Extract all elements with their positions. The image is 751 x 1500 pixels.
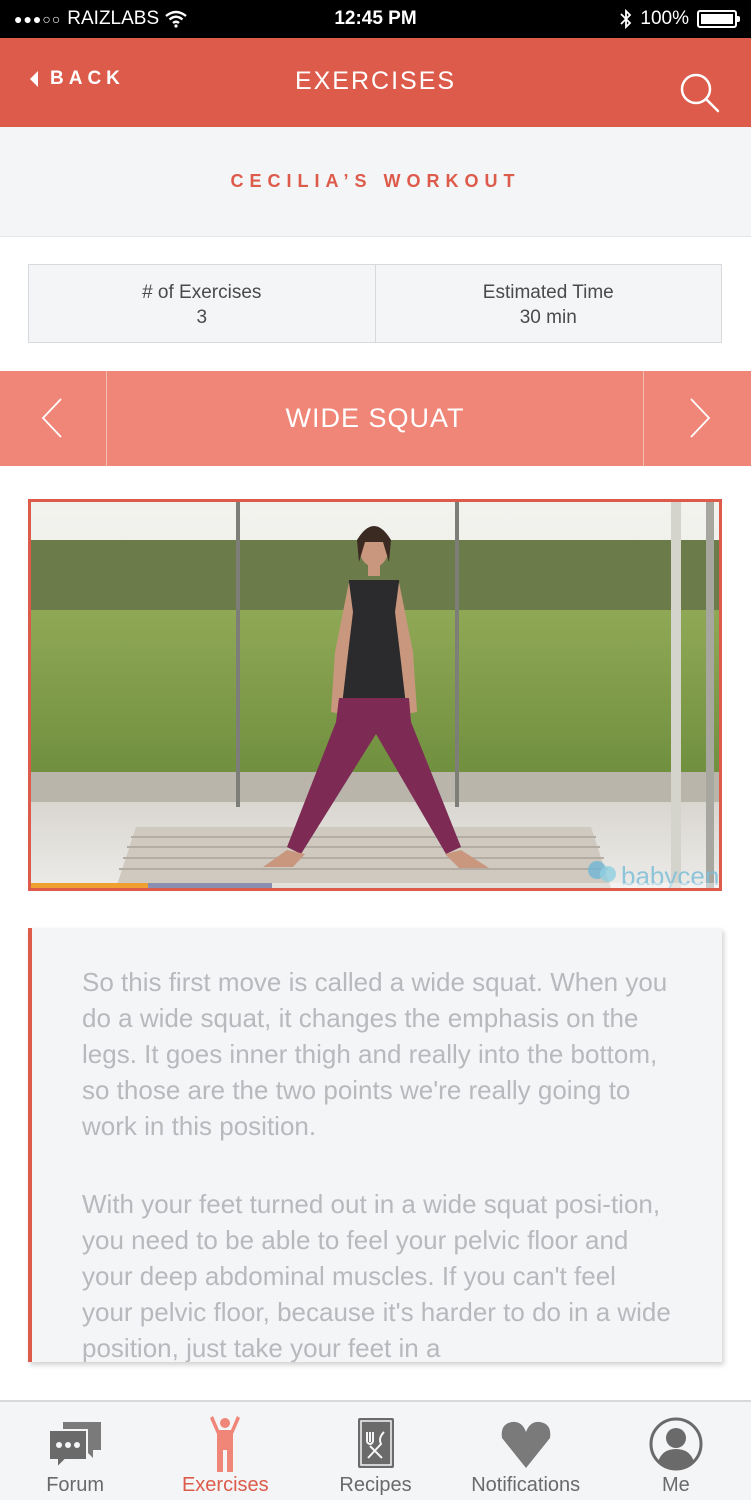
- tab-label: Notifications: [471, 1474, 581, 1496]
- description-paragraph: With your feet turned out in a wide squa…: [82, 1189, 671, 1362]
- battery-icon: [697, 10, 740, 28]
- next-exercise-button[interactable]: [643, 371, 751, 466]
- tab-bar: Forum Exercises Recipes Notifications Me: [0, 1400, 751, 1500]
- chevron-right-icon: [690, 398, 711, 438]
- profile-icon: [649, 1417, 703, 1471]
- exercise-title: WIDE SQUAT: [285, 403, 465, 433]
- tab-label: Me: [662, 1474, 690, 1496]
- estimated-time-label: Estimated Time: [482, 282, 614, 303]
- exercise-count-stat: # of Exercises 3: [29, 265, 375, 342]
- tab-forum[interactable]: Forum: [0, 1402, 150, 1500]
- page-title: EXERCISES: [294, 67, 457, 95]
- heart-icon: [501, 1421, 550, 1468]
- tab-exercises[interactable]: Exercises: [150, 1402, 300, 1500]
- estimated-time-value: 30 min: [519, 307, 577, 328]
- tab-me[interactable]: Me: [601, 1402, 751, 1500]
- status-bar: ●●●○○ RAIZLABS 12:45 PM 100%: [0, 0, 751, 38]
- battery-percent: 100%: [640, 8, 689, 29]
- video-frame: babycen: [31, 502, 719, 888]
- tab-label: Forum: [46, 1474, 104, 1496]
- exercise-count-label: # of Exercises: [142, 282, 262, 303]
- exercise-figure-icon: [210, 1416, 241, 1472]
- exercise-selector: WIDE SQUAT: [0, 371, 751, 466]
- tab-notifications[interactable]: Notifications: [451, 1402, 601, 1500]
- tab-recipes[interactable]: Recipes: [300, 1402, 450, 1500]
- tab-label: Exercises: [181, 1474, 269, 1496]
- workout-header: CECILIA’S WORKOUT: [0, 127, 751, 237]
- previous-exercise-button[interactable]: [0, 371, 107, 466]
- tab-label: Recipes: [339, 1474, 412, 1496]
- workout-title: CECILIA’S WORKOUT: [230, 171, 521, 191]
- description-paragraph: So this first move is called a wide squa…: [82, 967, 668, 1141]
- bluetooth-icon: [620, 9, 632, 29]
- search-icon[interactable]: [679, 72, 721, 114]
- nav-bar: BACK EXERCISES: [0, 38, 751, 127]
- recipe-book-icon: [357, 1418, 394, 1468]
- estimated-time-stat: Estimated Time 30 min: [374, 265, 722, 342]
- exercise-count-value: 3: [196, 307, 208, 328]
- workout-stats: # of Exercises 3 Estimated Time 30 min: [28, 264, 722, 343]
- exercise-video[interactable]: babycen: [28, 499, 722, 891]
- exercise-description: So this first move is called a wide squa…: [28, 928, 722, 1362]
- chat-bubbles-icon: [48, 1422, 102, 1471]
- video-progress-bar[interactable]: [31, 883, 148, 888]
- chevron-left-icon: [41, 398, 62, 438]
